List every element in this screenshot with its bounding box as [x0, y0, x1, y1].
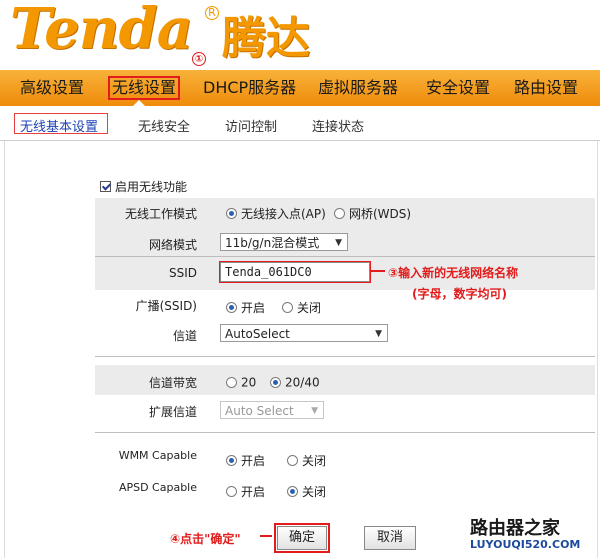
work-mode-ap-text: 无线接入点(AP) — [241, 207, 326, 221]
nav-virtual-server[interactable]: 虚拟服务器 — [318, 70, 398, 106]
subtab-wireless-security[interactable]: 无线安全 — [138, 116, 190, 135]
step3-sub-annotation: (字母，数字均可) — [412, 287, 507, 301]
bandwidth-2040-option[interactable]: 20/40 — [270, 375, 320, 390]
apsd-on-text: 开启 — [241, 485, 266, 499]
subtab-connection-status[interactable]: 连接状态 — [312, 116, 364, 135]
net-mode-label: 网络模式 — [148, 238, 197, 252]
chevron-down-icon: ▼ — [335, 238, 342, 248]
bandwidth-label: 信道带宽 — [148, 376, 197, 390]
channel-select[interactable]: AutoSelect ▼ — [220, 324, 388, 342]
main-nav: 高级设置 无线设置 DHCP服务器 虚拟服务器 安全设置 路由设置 — [0, 70, 600, 106]
step4-annotation: ④点击"确定" — [170, 532, 241, 546]
apsd-off-radio[interactable] — [287, 486, 298, 497]
watermark-title: 路由器之家 — [470, 518, 560, 539]
separator — [95, 256, 595, 257]
wmm-on-text: 开启 — [241, 454, 266, 468]
wmm-off-radio[interactable] — [287, 455, 298, 466]
nav-advanced-settings[interactable]: 高级设置 — [20, 70, 84, 106]
apsd-on-radio[interactable] — [226, 486, 237, 497]
highlight-box-wireless-basic — [14, 113, 108, 134]
broadcast-label: 广播(SSID) — [135, 299, 197, 313]
separator — [95, 356, 595, 357]
wmm-on-radio[interactable] — [226, 455, 237, 466]
bandwidth-20-option[interactable]: 20 — [226, 375, 256, 390]
enable-wireless-label: 启用无线功能 — [115, 180, 188, 194]
channel-label: 信道 — [172, 329, 197, 343]
apsd-label: APSD Capable — [118, 481, 197, 494]
chevron-down-icon: ▼ — [375, 329, 382, 339]
channel-value: AutoSelect — [225, 327, 290, 341]
ext-channel-select[interactable]: Auto Select ▼ — [220, 401, 324, 419]
wmm-on-option[interactable]: 开启 — [226, 452, 265, 469]
step3-annotation: ③输入新的无线网络名称 — [388, 266, 519, 280]
highlight-box-wireless-nav — [108, 76, 180, 100]
ext-channel-label: 扩展信道 — [148, 405, 197, 419]
broadcast-on-text: 开启 — [241, 301, 266, 315]
work-mode-wds-radio[interactable] — [334, 208, 345, 219]
broadcast-off-option[interactable]: 关闭 — [282, 299, 321, 316]
tenda-logo-chinese: 腾达 — [222, 13, 310, 64]
bandwidth-20-text: 20 — [241, 375, 257, 390]
chevron-down-icon: ▼ — [311, 406, 318, 416]
nav-security-settings[interactable]: 安全设置 — [426, 70, 490, 106]
wmm-label: WMM Capable — [118, 449, 197, 462]
highlight-box-ssid — [219, 261, 371, 283]
wmm-off-option[interactable]: 关闭 — [287, 452, 326, 469]
work-mode-label: 无线工作模式 — [124, 207, 197, 221]
nav-dhcp-server[interactable]: DHCP服务器 — [203, 70, 296, 106]
broadcast-on-option[interactable]: 开启 — [226, 299, 265, 316]
subtab-access-control[interactable]: 访问控制 — [225, 116, 277, 135]
separator — [95, 432, 595, 433]
enable-wireless-checkbox[interactable] — [100, 181, 111, 192]
apsd-off-text: 关闭 — [302, 485, 327, 499]
watermark-url: LUYOUQI520.COM — [470, 538, 581, 551]
work-mode-ap-option[interactable]: 无线接入点(AP) — [226, 205, 326, 222]
registered-mark: R — [205, 6, 219, 20]
work-mode-ap-radio[interactable] — [226, 208, 237, 219]
apsd-on-option[interactable]: 开启 — [226, 483, 265, 500]
ext-channel-value: Auto Select — [225, 404, 294, 418]
wmm-off-text: 关闭 — [302, 454, 327, 468]
ssid-label: SSID — [168, 266, 197, 280]
bandwidth-2040-radio[interactable] — [270, 377, 281, 388]
net-mode-select[interactable]: 11b/g/n混合模式 ▼ — [220, 233, 348, 251]
annotation-arrow-line — [371, 270, 385, 272]
cancel-button[interactable]: 取消 — [364, 526, 416, 550]
enable-wireless-row: 启用无线功能 — [100, 178, 187, 195]
tenda-logo: Tenda — [10, 0, 193, 62]
annotation-arrow-line — [260, 535, 272, 537]
work-mode-wds-option[interactable]: 网桥(WDS) — [334, 205, 411, 222]
highlight-box-ok — [274, 523, 330, 553]
work-mode-wds-text: 网桥(WDS) — [349, 207, 412, 221]
step1-badge: ① — [192, 52, 206, 66]
apsd-off-option[interactable]: 关闭 — [287, 483, 326, 500]
broadcast-on-radio[interactable] — [226, 302, 237, 313]
broadcast-off-text: 关闭 — [297, 301, 322, 315]
nav-routing-settings[interactable]: 路由设置 — [514, 70, 578, 106]
net-mode-value: 11b/g/n混合模式 — [225, 236, 320, 250]
broadcast-off-radio[interactable] — [282, 302, 293, 313]
bandwidth-20-radio[interactable] — [226, 377, 237, 388]
bandwidth-2040-text: 20/40 — [285, 375, 320, 390]
